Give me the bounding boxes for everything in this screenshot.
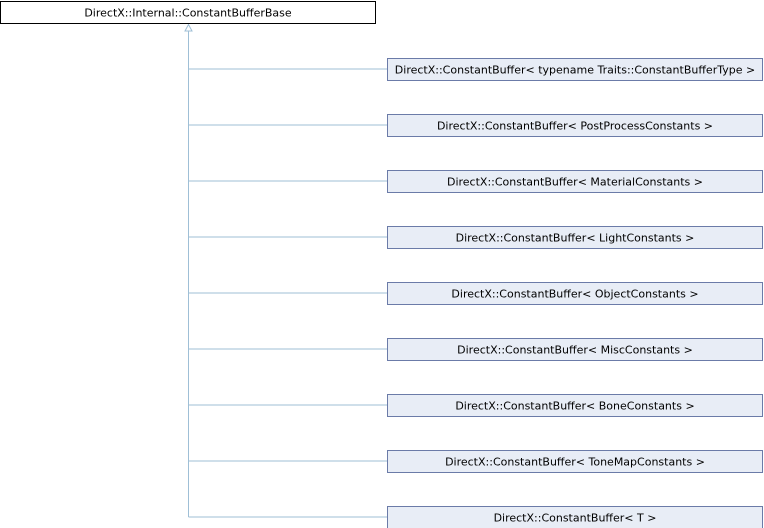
inheritance-arrowhead (184, 23, 193, 32)
inheritance-edges (184, 23, 388, 518)
derived-class-node[interactable]: DirectX::ConstantBuffer< T > (387, 506, 763, 528)
derived-class-node[interactable]: DirectX::ConstantBuffer< MiscConstants > (387, 338, 763, 361)
derived-class-label: DirectX::ConstantBuffer< LightConstants … (456, 232, 695, 245)
derived-class-label: DirectX::ConstantBuffer< MaterialConstan… (447, 176, 703, 189)
derived-class-node[interactable]: DirectX::ConstantBuffer< PostProcessCons… (387, 114, 763, 137)
derived-class-node[interactable]: DirectX::ConstantBuffer< LightConstants … (387, 226, 763, 249)
derived-class-nodes: DirectX::ConstantBuffer< typename Traits… (387, 58, 763, 528)
derived-class-node[interactable]: DirectX::ConstantBuffer< BoneConstants > (387, 394, 763, 417)
derived-class-node[interactable]: DirectX::ConstantBuffer< ToneMapConstant… (387, 450, 763, 473)
derived-class-node[interactable]: DirectX::ConstantBuffer< typename Traits… (387, 58, 763, 81)
derived-class-node[interactable]: DirectX::ConstantBuffer< MaterialConstan… (387, 170, 763, 193)
derived-class-label: DirectX::ConstantBuffer< T > (494, 512, 657, 525)
derived-class-label: DirectX::ConstantBuffer< BoneConstants > (455, 400, 694, 413)
base-class-node[interactable]: DirectX::Internal::ConstantBufferBase (0, 1, 376, 24)
base-class-label: DirectX::Internal::ConstantBufferBase (84, 7, 292, 20)
derived-class-label: DirectX::ConstantBuffer< PostProcessCons… (437, 120, 713, 133)
derived-class-label: DirectX::ConstantBuffer< ObjectConstants… (451, 288, 698, 301)
derived-class-node[interactable]: DirectX::ConstantBuffer< ObjectConstants… (387, 282, 763, 305)
derived-class-label: DirectX::ConstantBuffer< typename Traits… (395, 64, 755, 77)
derived-class-label: DirectX::ConstantBuffer< MiscConstants > (457, 344, 693, 357)
inheritance-diagram: DirectX::Internal::ConstantBufferBase Di… (0, 1, 763, 528)
derived-class-label: DirectX::ConstantBuffer< ToneMapConstant… (445, 456, 705, 469)
